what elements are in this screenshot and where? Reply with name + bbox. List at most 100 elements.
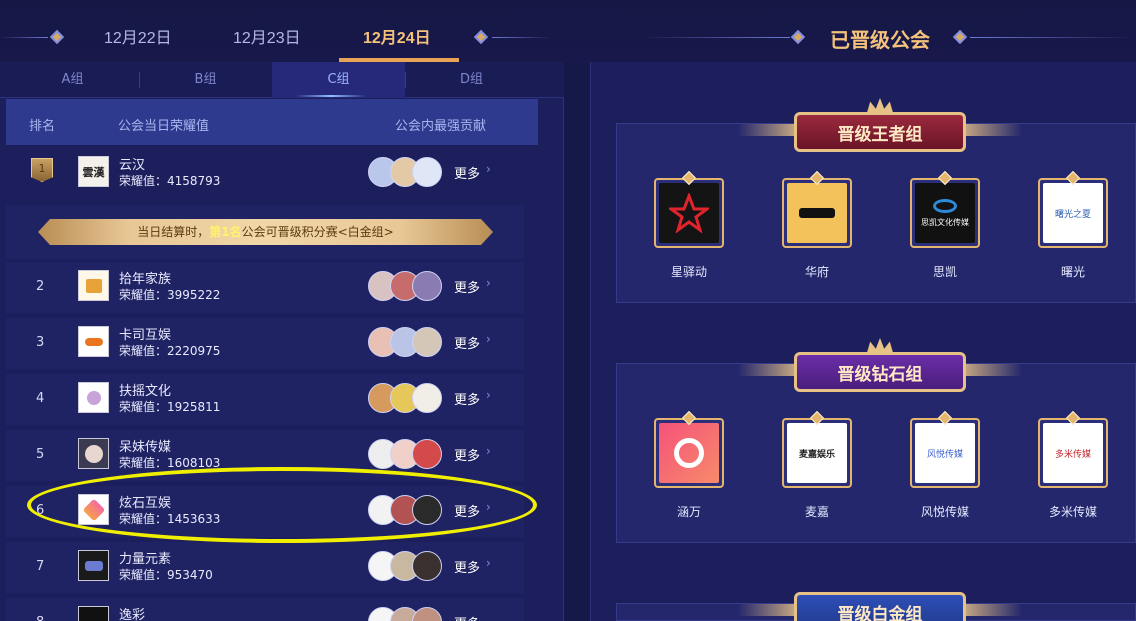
guild-tile[interactable] xyxy=(782,170,852,248)
more-link[interactable]: 更多 xyxy=(454,389,480,408)
guild-logo: 雲漢 xyxy=(78,156,109,187)
guild-logo xyxy=(78,326,109,357)
contributor-avatars xyxy=(368,327,444,357)
more-link[interactable]: 更多 xyxy=(454,501,480,520)
group-platinum-ribbon: 晋级白金组 xyxy=(738,584,1022,621)
guild-name: 多米传媒 xyxy=(1048,505,1097,519)
more-link[interactable]: 更多 xyxy=(454,277,480,296)
header-rank: 排名 xyxy=(29,119,56,134)
table-row[interactable]: 4 扶摇文化 荣耀值：1925811 更多 › xyxy=(6,374,524,425)
guild-logo xyxy=(659,183,719,243)
rank-number: 2 xyxy=(36,279,45,294)
rank-number: 4 xyxy=(36,391,45,406)
more-link[interactable]: 更多 xyxy=(454,333,480,352)
notice-text-pre: 当日结算时， xyxy=(137,225,210,239)
tab-group-b[interactable]: B组 xyxy=(139,62,272,98)
contributor-avatars xyxy=(368,157,444,187)
title-divider-line xyxy=(640,37,790,38)
guild-name: 拾年家族 xyxy=(119,272,172,287)
avatar[interactable] xyxy=(412,157,442,187)
promotion-notice-banner: 当日结算时，第1名公会可晋级积分赛<白金组> xyxy=(38,219,493,245)
sunglasses-icon xyxy=(799,208,835,218)
rank-number: 7 xyxy=(36,559,45,574)
table-row[interactable]: 1 雲漢 云汉 荣耀值：4158793 更多 › xyxy=(6,148,524,199)
guild-name: 力量元素 xyxy=(119,552,172,567)
promotion-notice-row: 当日结算时，第1名公会可晋级积分赛<白金组> xyxy=(6,205,524,259)
guild-tile[interactable]: 思凯文化传媒 xyxy=(910,170,980,248)
avatar[interactable] xyxy=(412,327,442,357)
guild-tile[interactable]: 多米传媒 xyxy=(1038,410,1108,488)
avatar[interactable] xyxy=(412,551,442,581)
guild-name: 扶摇文化 xyxy=(119,384,172,399)
guild-tile[interactable] xyxy=(654,170,724,248)
guild-score: 荣耀值：1925811 xyxy=(119,400,221,414)
group-king-ribbon: 晋级王者组 xyxy=(738,98,1022,160)
avatar[interactable] xyxy=(412,495,442,525)
guild-logo xyxy=(659,423,719,483)
table-row[interactable]: 5 呆妹传媒 荣耀值：1608103 更多 › xyxy=(6,430,524,481)
guild-logo xyxy=(78,382,109,413)
header-honor-value: 公会当日荣耀值 xyxy=(118,119,210,134)
guild-name: 涵万 xyxy=(676,505,701,519)
table-row[interactable]: 8 逸彩 更多 xyxy=(6,598,524,621)
active-tab-glow xyxy=(296,95,366,97)
chevron-right-icon: › xyxy=(486,556,491,570)
diamond-ornament-icon xyxy=(473,29,489,45)
guild-logo xyxy=(787,183,847,243)
table-row[interactable]: 7 力量元素 荣耀值：953470 更多 › xyxy=(6,542,524,593)
guild-score: 荣耀值：1453633 xyxy=(119,512,221,526)
notice-text-post: 公会可晋级积分赛<白金组> xyxy=(241,225,394,239)
guild-name: 逸彩 xyxy=(119,608,146,621)
group-diamond-title: 晋级钻石组 xyxy=(794,352,966,392)
guild-logo xyxy=(78,606,109,621)
more-link[interactable]: 更多 xyxy=(454,613,480,621)
guild-tile[interactable]: 曙光之夏 xyxy=(1038,170,1108,248)
group-king-title: 晋级王者组 xyxy=(794,112,966,152)
rank-number: 3 xyxy=(36,335,45,350)
guild-logo xyxy=(78,438,109,469)
more-link[interactable]: 更多 xyxy=(454,557,480,576)
date-divider-line xyxy=(492,37,552,38)
guild-score: 荣耀值：2220975 xyxy=(119,344,221,358)
rank-medal-icon: 1 xyxy=(31,158,53,182)
tab-date-1224[interactable]: 12月24日 xyxy=(363,24,431,48)
tab-date-1223[interactable]: 12月23日 xyxy=(233,24,301,48)
table-row[interactable]: 6 炫石互娱 荣耀值：1453633 更多 › xyxy=(6,486,524,537)
contributor-avatars xyxy=(368,495,444,525)
more-link[interactable]: 更多 xyxy=(454,445,480,464)
avatar[interactable] xyxy=(412,271,442,301)
tab-group-a[interactable]: A组 xyxy=(6,62,139,98)
tab-date-1222[interactable]: 12月22日 xyxy=(104,24,172,48)
group-platinum-title: 晋级白金组 xyxy=(794,592,966,621)
contributor-avatars xyxy=(368,607,444,621)
guild-logo: 多米传媒 xyxy=(1043,423,1103,483)
guild-name: 麦嘉 xyxy=(804,505,829,519)
table-row[interactable]: 2 拾年家族 荣耀值：3995222 更多 › xyxy=(6,262,524,313)
guild-logo: 思凯文化传媒 xyxy=(915,183,975,243)
chevron-right-icon: › xyxy=(486,276,491,290)
tab-group-d[interactable]: D组 xyxy=(405,62,538,98)
guild-score: 荣耀值：953470 xyxy=(119,568,213,582)
avatar[interactable] xyxy=(412,439,442,469)
chevron-right-icon: › xyxy=(486,500,491,514)
promoted-guilds-title: 已晋级公会 xyxy=(830,28,930,52)
guild-logo xyxy=(78,270,109,301)
guild-tile[interactable]: 风悦传媒 xyxy=(910,410,980,488)
avatar[interactable] xyxy=(412,383,442,413)
more-link[interactable]: 更多 xyxy=(454,163,480,182)
tab-group-c[interactable]: C组 xyxy=(272,62,405,98)
avatar[interactable] xyxy=(412,607,442,621)
guild-logo: 曙光之夏 xyxy=(1043,183,1103,243)
guild-tile[interactable] xyxy=(654,410,724,488)
guild-name: 风悦传媒 xyxy=(920,505,969,519)
table-row[interactable]: 3 卡司互娱 荣耀值：2220975 更多 › xyxy=(6,318,524,369)
table-header: 排名 公会当日荣耀值 公会内最强贡献 xyxy=(6,99,538,145)
notice-highlight: 第1名 xyxy=(209,225,242,239)
rank-number: 8 xyxy=(36,615,44,621)
guild-name: 炫石互娱 xyxy=(119,496,172,511)
guild-name: 华府 xyxy=(804,265,829,279)
guild-tile[interactable]: 麦嘉娱乐 xyxy=(782,410,852,488)
header-top-contributors: 公会内最强贡献 xyxy=(395,119,487,134)
guild-name: 卡司互娱 xyxy=(119,328,172,343)
contributor-avatars xyxy=(368,271,444,301)
